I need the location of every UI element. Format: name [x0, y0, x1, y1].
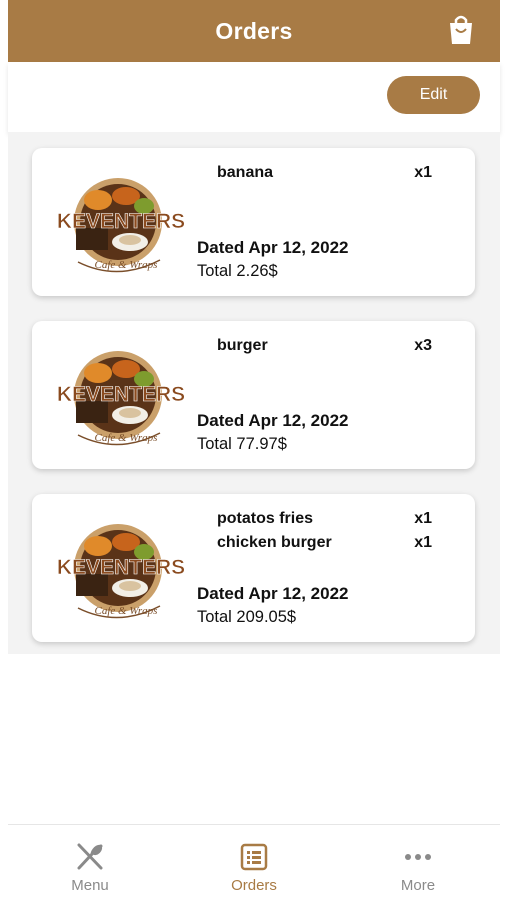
page-title: Orders — [215, 17, 293, 44]
logo-text: KEVENTERS — [57, 210, 185, 233]
orders-toolbar: Edit — [8, 62, 500, 132]
item-name: banana — [217, 164, 274, 181]
logo-text: KEVENTERS — [57, 556, 185, 579]
item-name: chicken burger — [217, 534, 332, 551]
nav-item-more[interactable]: More — [336, 825, 500, 900]
orders-list: KEVENTERS Cafe & Wraps banana x1 Dated A… — [8, 132, 500, 654]
brand-logo: KEVENTERS Cafe & Wraps — [48, 170, 194, 278]
item-name: burger — [217, 337, 268, 354]
order-date: Dated Apr 12, 2022 — [197, 584, 349, 603]
logo-tagline: Cafe & Wraps — [95, 605, 158, 617]
app-bar: Orders — [8, 0, 500, 62]
order-card[interactable]: KEVENTERS Cafe & Wraps banana x1 Dated A… — [32, 148, 475, 296]
order-item-row: chicken burger x1 — [217, 534, 432, 552]
shopping-bag-icon[interactable] — [446, 14, 476, 46]
fork-knife-icon — [74, 841, 106, 873]
nav-label-menu: Menu — [71, 877, 109, 894]
order-date: Dated Apr 12, 2022 — [197, 411, 349, 430]
order-item-row: potatos fries x1 — [217, 510, 432, 528]
order-total: Total 209.05$ — [197, 608, 297, 626]
item-qty: x1 — [414, 164, 432, 181]
nav-label-more: More — [400, 877, 436, 894]
brand-logo: KEVENTERS Cafe & Wraps — [48, 343, 194, 451]
nav-label-orders: Orders — [231, 877, 277, 894]
order-total: Total 77.97$ — [197, 435, 287, 453]
logo-tagline: Cafe & Wraps — [95, 432, 158, 444]
item-qty: x1 — [414, 510, 432, 527]
order-card[interactable]: KEVENTERS Cafe & Wraps burger x3 Dated A… — [32, 321, 475, 469]
item-qty: x1 — [414, 534, 432, 551]
order-total: Total 2.26$ — [197, 262, 278, 280]
bottom-nav: Menu Orders More — [8, 824, 500, 900]
edit-button[interactable]: Edit — [387, 76, 480, 114]
logo-tagline: Cafe & Wraps — [95, 259, 158, 271]
item-name: potatos fries — [217, 510, 314, 527]
order-item-row: banana x1 — [217, 164, 432, 182]
more-dots-icon — [402, 841, 434, 873]
item-qty: x3 — [414, 337, 432, 354]
order-date: Dated Apr 12, 2022 — [197, 238, 349, 257]
order-item-row: burger x3 — [217, 337, 432, 355]
list-icon — [238, 841, 270, 873]
nav-item-orders[interactable]: Orders — [172, 825, 336, 900]
nav-item-menu[interactable]: Menu — [8, 825, 172, 900]
logo-text: KEVENTERS — [57, 383, 185, 406]
order-card[interactable]: KEVENTERS Cafe & Wraps potatos fries x1 … — [32, 494, 475, 642]
brand-logo: KEVENTERS Cafe & Wraps — [48, 516, 194, 624]
